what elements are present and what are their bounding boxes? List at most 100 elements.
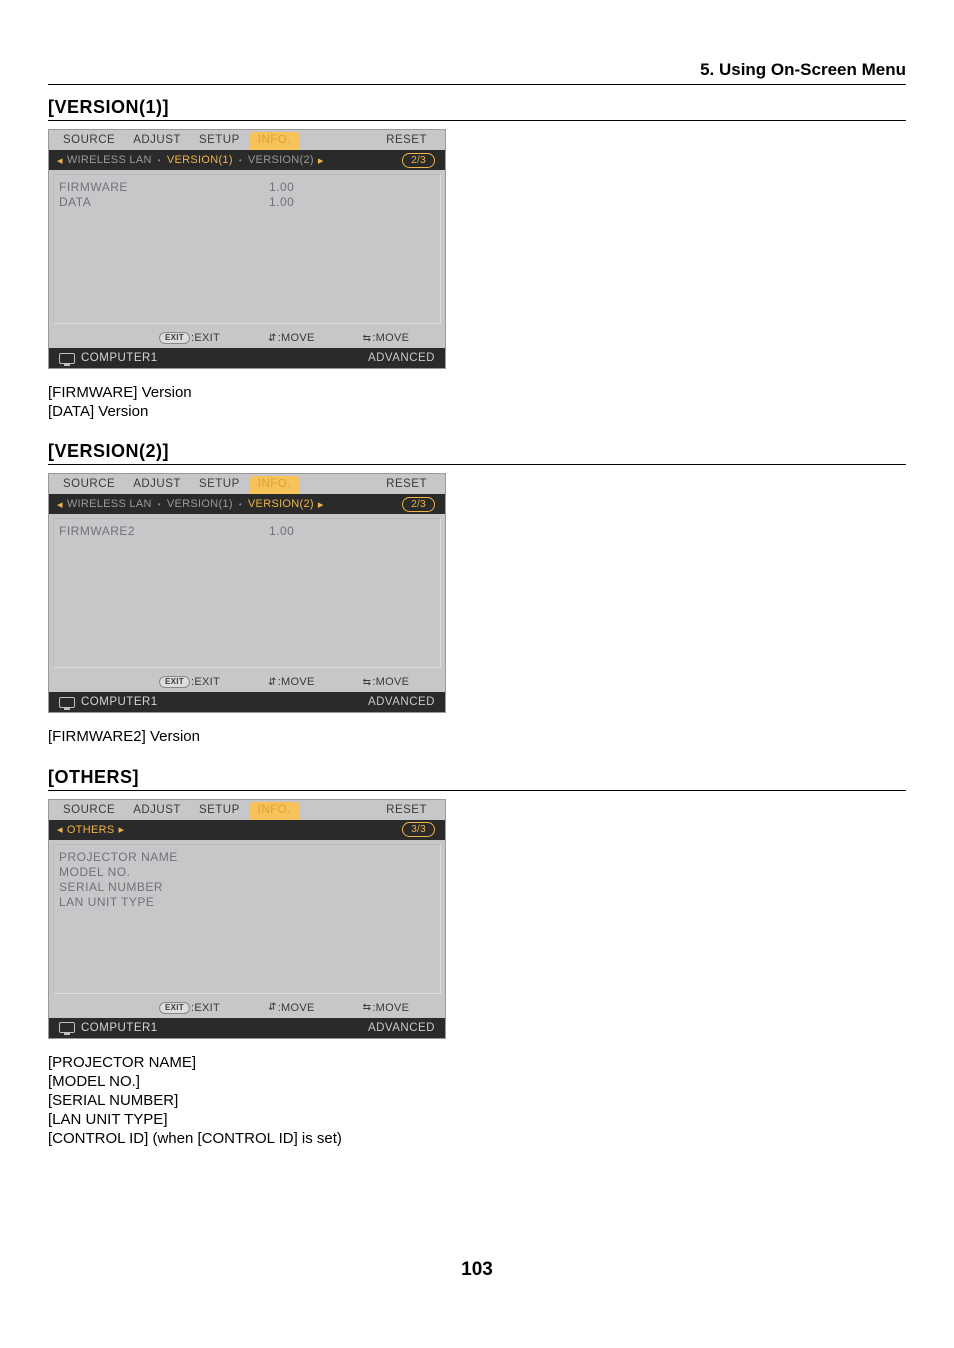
tab-source[interactable]: SOURCE [55,802,123,820]
key-hints: EXIT:EXIT⇵:MOVE⇆:MOVE [49,998,445,1018]
dot-separator: • [154,500,165,509]
tab-adjust[interactable]: ADJUST [125,132,189,150]
submenu-item[interactable]: OTHERS [65,824,117,836]
caption-text: [PROJECTOR NAME][MODEL NO.][SERIAL NUMBE… [48,1053,906,1149]
info-value: 1.00 [269,195,294,209]
info-label: MODEL NO. [59,865,269,879]
exit-chip-icon: EXIT [159,332,190,344]
menu-content-area: PROJECTOR NAMEMODEL NO.SERIAL NUMBERLAN … [49,840,445,998]
tab-info[interactable]: INFO. [250,132,299,150]
info-label: PROJECTOR NAME [59,850,269,864]
info-row: DATA1.00 [59,195,435,209]
menu-tabs: SOURCEADJUSTSETUPINFO. RESET [49,800,445,820]
status-mode: ADVANCED [368,696,435,708]
status-mode: ADVANCED [368,352,435,364]
info-value: 1.00 [269,180,294,194]
dot-separator: • [235,156,246,165]
right-arrow-icon[interactable]: ▸ [116,823,126,836]
menu-content-area: FIRMWARE21.00 [49,514,445,672]
right-arrow-icon[interactable]: ▸ [316,498,326,511]
caption-text: [FIRMWARE] Version[DATA] Version [48,383,906,421]
tab-info[interactable]: INFO. [250,802,299,820]
left-arrow-icon[interactable]: ◂ [55,823,65,836]
tab-reset[interactable]: RESET [378,132,435,150]
updown-arrows-icon: ⇵ [268,333,277,344]
tab-adjust[interactable]: ADJUST [125,802,189,820]
status-source: COMPUTER1 [81,1022,158,1034]
dot-separator: • [154,156,165,165]
exit-chip-icon: EXIT [159,676,190,688]
info-row: FIRMWARE1.00 [59,180,435,194]
hint-exit: EXIT:EXIT [159,332,220,344]
caption-text: [FIRMWARE2] Version [48,727,906,746]
info-row: LAN UNIT TYPE [59,895,435,909]
tab-source[interactable]: SOURCE [55,132,123,150]
key-hints: EXIT:EXIT ⇵:MOVE ⇆:MOVE [49,672,445,692]
hint-exit: EXIT:EXIT [159,1002,220,1014]
key-hints: EXIT:EXIT ⇵:MOVE ⇆:MOVE [49,328,445,348]
info-label: SERIAL NUMBER [59,880,269,894]
status-bar: COMPUTER1 ADVANCED [49,348,445,368]
tab-info[interactable]: INFO. [250,476,299,494]
submenu-item[interactable]: VERSION(1) [165,154,235,166]
info-row: FIRMWARE21.00 [59,524,435,538]
leftright-arrows-icon: ⇆ [363,677,372,688]
hint-move-vertical: ⇵:MOVE [268,676,315,688]
section-title: [VERSION(2)] [48,441,906,465]
tab-reset[interactable]: RESET [378,476,435,494]
submenu-bar: ◂WIRELESS LAN•VERSION(1)•VERSION(2)▸2/3 [49,494,445,514]
submenu-item[interactable]: WIRELESS LAN [65,154,154,166]
updown-arrows-icon: ⇵ [268,677,277,688]
info-row: MODEL NO. [59,865,435,879]
left-arrow-icon[interactable]: ◂ [55,154,65,167]
leftright-arrows-icon: ⇆ [363,333,372,344]
menu-content-area: FIRMWARE1.00DATA1.00 [49,170,445,328]
status-bar: COMPUTER1ADVANCED [49,1018,445,1038]
hint-move-vertical: ⇵:MOVE [268,1002,315,1014]
osd-menu-screenshot: SOURCEADJUSTSETUPINFO. RESET ◂OTHERS▸ 3/3 PR… [48,799,446,1039]
info-row: PROJECTOR NAME [59,850,435,864]
submenu-item[interactable]: VERSION(1) [165,498,235,510]
submenu-item[interactable]: VERSION(2) [246,498,316,510]
tab-adjust[interactable]: ADJUST [125,476,189,494]
submenu-item[interactable]: WIRELESS LAN [65,498,154,510]
osd-menu-screenshot: SOURCEADJUSTSETUPINFO.RESET◂WIRELESS LAN… [48,473,446,713]
right-arrow-icon[interactable]: ▸ [316,154,326,167]
submenu-bar: ◂OTHERS▸ 3/3 [49,820,445,840]
page-indicator: 3/3 [402,822,435,837]
tab-setup[interactable]: SETUP [191,802,248,820]
left-arrow-icon[interactable]: ◂ [55,498,65,511]
tab-setup[interactable]: SETUP [191,132,248,150]
info-value: 1.00 [269,524,294,538]
hint-move-vertical: ⇵:MOVE [268,332,315,344]
status-source: COMPUTER1 [81,696,158,708]
exit-chip-icon: EXIT [159,1002,190,1014]
page-number: 103 [48,1259,906,1281]
submenu-bar: ◂WIRELESS LAN•VERSION(1)•VERSION(2)▸2/3 [49,150,445,170]
info-label: FIRMWARE2 [59,524,269,538]
section-title: [VERSION(1)] [48,97,906,121]
monitor-icon [59,1022,75,1033]
info-label: LAN UNIT TYPE [59,895,269,909]
info-row: SERIAL NUMBER [59,880,435,894]
status-bar: COMPUTER1 ADVANCED [49,692,445,712]
updown-arrows-icon: ⇵ [268,1002,277,1013]
tab-setup[interactable]: SETUP [191,476,248,494]
menu-tabs: SOURCEADJUSTSETUPINFO. RESET [49,130,445,150]
page-indicator: 2/3 [402,153,435,168]
osd-menu-screenshot: SOURCEADJUSTSETUPINFO. RESET ◂WIRELESS LAN… [48,129,446,369]
hint-move-horizontal: ⇆:MOVE [363,332,410,344]
hint-exit: EXIT:EXIT [159,676,220,688]
hint-move-horizontal: ⇆:MOVE [363,676,410,688]
chapter-header: 5. Using On-Screen Menu [48,60,906,85]
tab-reset[interactable]: RESET [378,802,435,820]
info-label: FIRMWARE [59,180,269,194]
status-source: COMPUTER1 [81,352,158,364]
tab-source[interactable]: SOURCE [55,476,123,494]
monitor-icon [59,697,75,708]
submenu-item[interactable]: VERSION(2) [246,154,316,166]
monitor-icon [59,353,75,364]
menu-tabs: SOURCEADJUSTSETUPINFO. RESET [49,474,445,494]
dot-separator: • [235,500,246,509]
section-title: [OTHERS] [48,767,906,791]
